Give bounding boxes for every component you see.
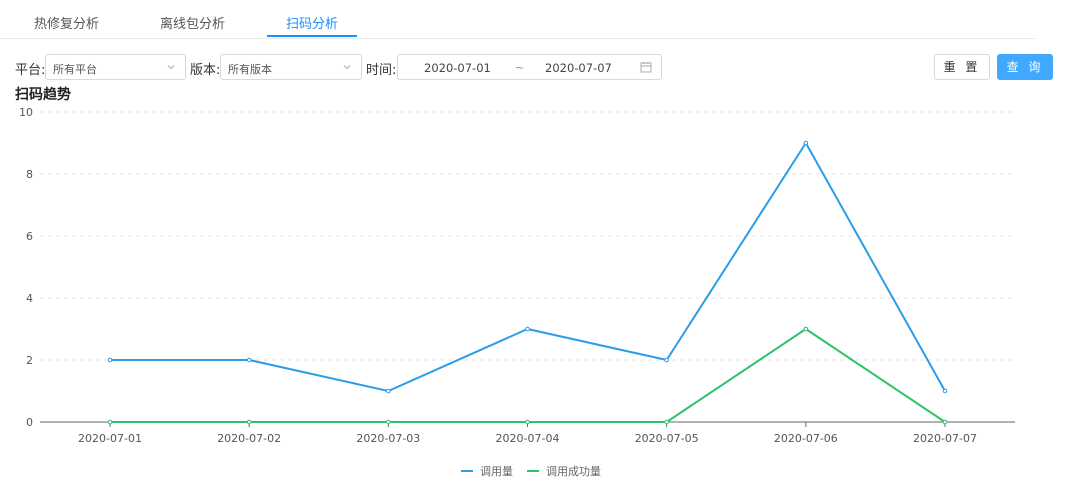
tab-bar: 热修复分析 离线包分析 扫码分析 — [0, 0, 1035, 39]
legend-label: 调用量 — [480, 465, 513, 478]
legend-label: 调用成功量 — [546, 465, 601, 478]
series-line-success-count — [110, 328, 946, 423]
y-tick-label: 10 — [19, 106, 33, 119]
x-tick-label: 2020-07-06 — [774, 432, 838, 445]
version-label: 版本: — [190, 63, 221, 78]
y-tick-label: 6 — [26, 230, 33, 243]
data-point — [664, 357, 669, 363]
active-tab-indicator — [267, 35, 357, 37]
data-point — [525, 419, 530, 425]
scan-trend-line-chart: 0 2 4 6 8 10 2020-07-01 2020-07-02 2020-07-03 202… — [19, 106, 1015, 478]
version-select[interactable]: 所有版本 — [220, 54, 362, 80]
tab-scan-analysis[interactable]: 扫码分析 — [286, 13, 338, 32]
data-point — [942, 419, 948, 425]
x-tick-label: 2020-07-04 — [496, 432, 560, 445]
y-tick-label: 0 — [26, 416, 33, 429]
tab-hotfix-analysis[interactable]: 热修复分析 — [34, 13, 99, 32]
x-tick-label: 2020-07-02 — [217, 432, 281, 445]
data-point — [525, 326, 530, 332]
y-tick-label: 4 — [26, 292, 33, 305]
version-select-value: 所有版本 — [228, 63, 272, 76]
reset-button[interactable]: 重 置 — [934, 54, 990, 80]
chevron-down-icon — [167, 65, 175, 70]
tab-offline-package-analysis[interactable]: 离线包分析 — [160, 13, 225, 32]
platform-label: 平台: — [15, 63, 46, 78]
end-date-input[interactable]: 2020-07-07 — [545, 61, 612, 75]
y-tick-label: 2 — [26, 354, 33, 367]
x-tick-label: 2020-07-07 — [913, 432, 977, 445]
date-range-picker[interactable]: 2020-07-01 ~ 2020-07-07 — [397, 54, 662, 80]
data-point — [107, 419, 113, 425]
x-tick-label: 2020-07-03 — [356, 432, 420, 445]
date-range-separator: ~ — [515, 61, 525, 74]
data-point — [803, 140, 809, 146]
series-line-call-count — [110, 142, 946, 392]
data-point — [386, 388, 391, 394]
x-tick-label: 2020-07-01 — [78, 432, 142, 445]
time-label: 时间: — [366, 63, 397, 78]
data-point — [803, 326, 809, 332]
query-button[interactable]: 查 询 — [997, 54, 1053, 80]
data-point — [386, 419, 391, 425]
y-tick-label: 8 — [26, 168, 33, 181]
x-tick-label: 2020-07-05 — [635, 432, 699, 445]
chevron-down-icon — [343, 65, 351, 70]
start-date-input[interactable]: 2020-07-01 — [424, 61, 491, 75]
platform-select-value: 所有平台 — [53, 63, 97, 76]
data-point — [942, 388, 948, 394]
data-point — [664, 419, 669, 425]
data-point — [246, 419, 252, 425]
data-point — [107, 357, 113, 363]
calendar-icon — [640, 62, 652, 73]
platform-select[interactable]: 所有平台 — [45, 54, 186, 80]
data-point — [246, 357, 252, 363]
